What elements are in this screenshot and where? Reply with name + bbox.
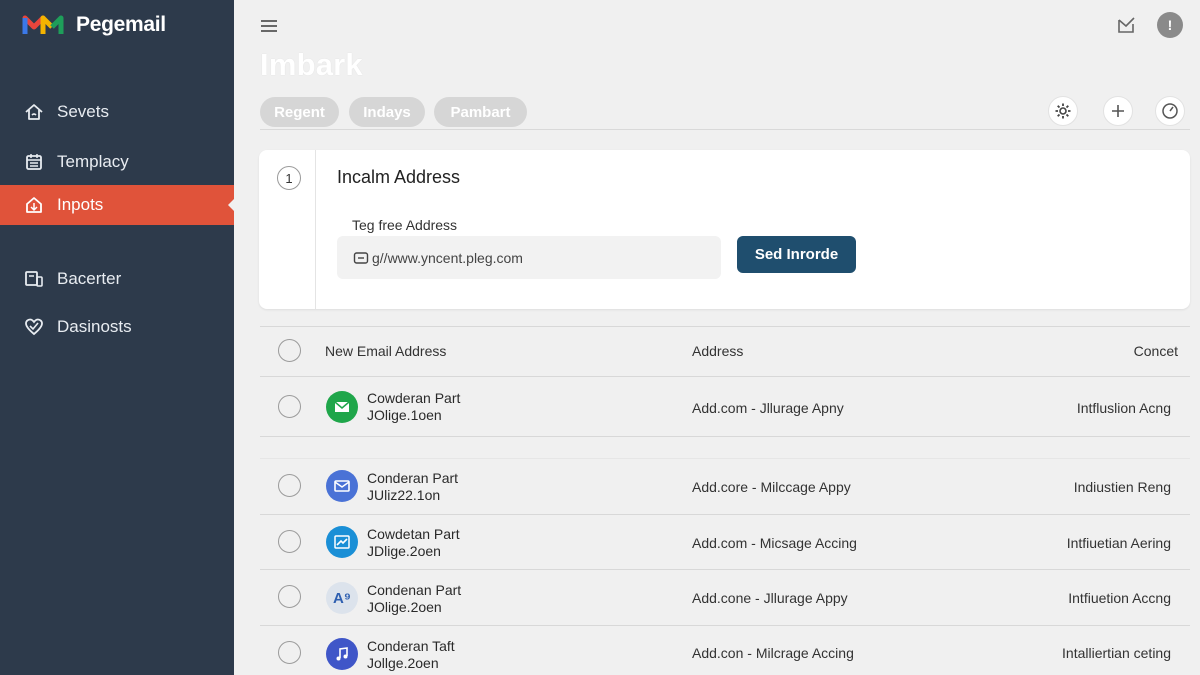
- sidebar-item-label: Dasinosts: [57, 317, 132, 336]
- link-icon: [353, 251, 369, 264]
- home-icon: [25, 104, 43, 120]
- app-name: Pegemail: [76, 13, 166, 36]
- row-contact: Intfiuetian Aering: [1066, 535, 1171, 551]
- address-card: 1 Incalm Address Teg free Address Sed In…: [259, 150, 1190, 309]
- row-address: Add.com - Micsage Accing: [692, 535, 857, 551]
- row-subtitle: Jollge.2oen: [367, 655, 439, 671]
- row-checkbox[interactable]: [278, 641, 301, 664]
- table-header-divider: [260, 376, 1190, 377]
- compose-icon[interactable]: [1114, 12, 1140, 38]
- heart-icon: [25, 318, 43, 336]
- sidebar-item-bacerter[interactable]: Bacerter: [0, 259, 234, 299]
- address-field[interactable]: [337, 236, 721, 279]
- row-name: Conderan Part: [367, 470, 459, 486]
- inbox-icon: [26, 197, 42, 213]
- row-name-cell: Conderan Part JUliz22.1on: [367, 470, 458, 504]
- row-name: Conderan Taft: [367, 638, 455, 654]
- row-divider: [260, 436, 1190, 437]
- calendar-icon: [26, 154, 42, 170]
- column-header-email[interactable]: New Email Address: [325, 343, 446, 359]
- row-name-cell: Conderan Taft Jollge.2oen: [367, 638, 455, 672]
- sidebar-item-label: Sevets: [57, 102, 109, 121]
- address-input[interactable]: [372, 249, 702, 266]
- column-header-contact[interactable]: Concet: [1134, 343, 1178, 359]
- settings-button[interactable]: [1048, 96, 1078, 126]
- email-icon: [326, 391, 358, 423]
- filter-chip-indays[interactable]: Indays: [349, 97, 425, 127]
- pegemail-logo-icon: [22, 15, 64, 34]
- row-name-cell: Cowderan Part JOlige.1oen: [367, 390, 460, 424]
- page-title: Imbark: [260, 47, 363, 82]
- column-header-address[interactable]: Address: [692, 343, 743, 359]
- row-checkbox[interactable]: [278, 585, 301, 608]
- add-button[interactable]: [1103, 96, 1133, 126]
- sidebar-item-inpots[interactable]: Inpots: [0, 185, 235, 225]
- card-title: Incalm Address: [337, 167, 461, 187]
- row-checkbox[interactable]: [278, 474, 301, 497]
- filter-chip-pambart[interactable]: Pambart: [434, 97, 527, 127]
- row-divider: [260, 514, 1190, 515]
- sidebar-item-label: Bacerter: [57, 269, 122, 288]
- sidebar: Pegemail Sevets Templacy Inpots Bacerter…: [0, 0, 235, 675]
- music-icon: [326, 638, 358, 670]
- row-contact: Intfiuetion Accng: [1068, 590, 1171, 606]
- row-subtitle: JOlige.2oen: [367, 599, 442, 615]
- row-contact: Intalliertian ceting: [1062, 645, 1171, 661]
- history-button[interactable]: [1155, 96, 1185, 126]
- brand[interactable]: Pegemail: [22, 13, 166, 37]
- step-number: 1: [277, 166, 301, 190]
- row-name-cell: Cowdetan Part JDlige.2oen: [367, 526, 460, 560]
- sidebar-item-label: Templacy: [57, 152, 129, 171]
- row-address: Add.con - Milcrage Accing: [692, 645, 854, 661]
- row-address: Add.core - Milccage Appy: [692, 479, 851, 495]
- row-address: Add.com - Jllurage Apny: [692, 400, 844, 416]
- header-divider: [260, 129, 1190, 130]
- row-name-cell: Condenan Part JOlige.2oen: [367, 582, 461, 616]
- chart-icon: [326, 526, 358, 558]
- row-address: Add.cone - Jllurage Appy: [692, 590, 848, 606]
- translate-icon: A⁹: [326, 582, 358, 614]
- mail-icon: [326, 470, 358, 502]
- info-icon[interactable]: !: [1157, 12, 1183, 38]
- sidebar-item-label: Inpots: [57, 195, 104, 214]
- row-divider: [260, 569, 1190, 570]
- row-contact: Indiustien Reng: [1073, 479, 1171, 495]
- clock-icon: [1162, 103, 1178, 119]
- row-name: Condenan Part: [367, 582, 462, 598]
- select-all-checkbox[interactable]: [278, 339, 301, 362]
- row-divider: [260, 625, 1190, 626]
- sidebar-item-sevets[interactable]: Sevets: [0, 92, 234, 132]
- row-subtitle: JDlige.2oen: [367, 543, 441, 559]
- row-subtitle: JOlige.1oen: [367, 407, 442, 423]
- hamburger-menu-icon[interactable]: [258, 15, 280, 37]
- row-checkbox[interactable]: [278, 395, 301, 418]
- sidebar-item-templacy[interactable]: Templacy: [0, 142, 234, 182]
- send-button[interactable]: Sed Inrorde: [737, 236, 856, 273]
- sidebar-item-dasinosts[interactable]: Dasinosts: [0, 307, 234, 347]
- row-subtitle: JUliz22.1on: [367, 487, 441, 503]
- row-name: Cowdetan Part: [367, 526, 460, 542]
- row-divider: [260, 458, 1190, 459]
- table-top-divider: [260, 326, 1190, 327]
- filter-chip-regent[interactable]: Regent: [260, 97, 339, 127]
- row-contact: Intfluslion Acng: [1076, 400, 1171, 416]
- address-field-label: Teg free Address: [352, 217, 458, 233]
- gear-icon: [1055, 103, 1071, 119]
- plus-icon: [1112, 105, 1124, 117]
- row-name: Cowderan Part: [367, 390, 461, 406]
- row-checkbox[interactable]: [278, 530, 301, 553]
- card-divider: [315, 150, 316, 309]
- devices-icon: [25, 271, 43, 287]
